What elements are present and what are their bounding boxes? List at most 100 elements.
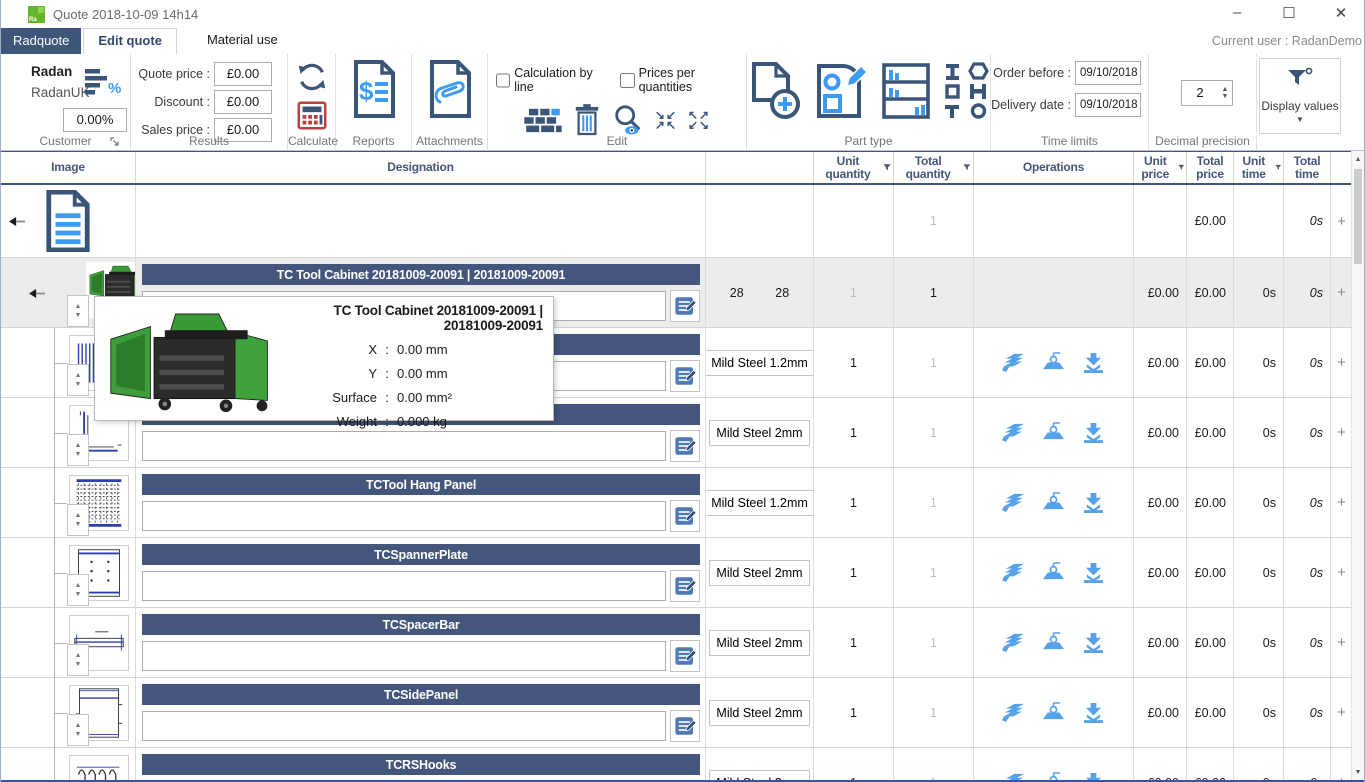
- plus-icon[interactable]: +: [1337, 494, 1346, 511]
- expand-all-icon[interactable]: ↖↗ ↙↘: [688, 110, 710, 130]
- edit-note-button[interactable]: [670, 500, 700, 532]
- plus-icon[interactable]: +: [1337, 213, 1346, 230]
- scroll-down-icon[interactable]: ▼: [1352, 764, 1364, 780]
- column-header-total-price[interactable]: Total price: [1187, 152, 1234, 183]
- add-operation-cell[interactable]: +: [1331, 398, 1353, 467]
- filter-funnel-icon[interactable]: [963, 163, 971, 172]
- material-button[interactable]: Mild Steel 2mm: [709, 770, 809, 781]
- add-operation-cell[interactable]: +: [1331, 258, 1353, 327]
- decimal-precision-stepper[interactable]: 2 ▲▼: [1181, 80, 1233, 106]
- bricks-icon[interactable]: [524, 106, 562, 134]
- designation-title-bar[interactable]: TCSpannerPlate: [142, 544, 700, 565]
- bend-operation-icon[interactable]: [1041, 562, 1066, 583]
- plus-icon[interactable]: +: [1337, 284, 1346, 301]
- unit-quantity-cell[interactable]: 1: [814, 748, 894, 780]
- designation-note-input[interactable]: [142, 641, 666, 671]
- quantity-stepper[interactable]: ▲▼: [67, 574, 89, 606]
- add-operation-cell[interactable]: +: [1331, 328, 1353, 397]
- tab-radquote[interactable]: Radquote: [1, 28, 81, 54]
- insert-operation-icon[interactable]: [1081, 562, 1106, 583]
- quantity-stepper[interactable]: ▲▼: [67, 364, 89, 396]
- unit-quantity-cell[interactable]: 1: [814, 468, 894, 537]
- insert-operation-icon[interactable]: [1081, 772, 1106, 780]
- add-operation-cell[interactable]: +: [1331, 185, 1353, 257]
- column-header-unit-time[interactable]: Unit time: [1234, 152, 1284, 183]
- table-row-root-0[interactable]: 1£0.000s+: [1, 185, 1353, 258]
- unit-quantity-cell[interactable]: 1: [814, 678, 894, 747]
- add-operation-cell[interactable]: +: [1331, 748, 1353, 780]
- designation-title-bar[interactable]: TCSpacerBar: [142, 614, 700, 635]
- plus-icon[interactable]: +: [1337, 354, 1346, 371]
- punch-operation-icon[interactable]: [1001, 632, 1026, 653]
- unit-quantity-cell[interactable]: 1: [814, 258, 894, 327]
- customer-discount-field[interactable]: 0.00%: [63, 108, 127, 132]
- insert-operation-icon[interactable]: [1081, 422, 1106, 443]
- unit-quantity-cell[interactable]: 1: [814, 538, 894, 607]
- column-header-designation[interactable]: Designation: [136, 152, 706, 183]
- attachments-icon[interactable]: [427, 60, 473, 118]
- column-header-total-quantity[interactable]: Total quantity: [894, 152, 974, 183]
- scroll-up-icon[interactable]: ▲: [1352, 151, 1364, 167]
- edit-note-button[interactable]: [670, 710, 700, 742]
- column-header-unit-price[interactable]: Unit price: [1134, 152, 1187, 183]
- filter-funnel-icon[interactable]: [883, 163, 891, 172]
- unit-quantity-cell[interactable]: 1: [814, 398, 894, 467]
- recalculate-icon[interactable]: [295, 60, 329, 94]
- delivery-date-field[interactable]: 09/10/2018: [1075, 93, 1141, 117]
- edit-note-button[interactable]: [670, 360, 700, 392]
- bend-operation-icon[interactable]: [1041, 702, 1066, 723]
- punch-operation-icon[interactable]: [1001, 772, 1026, 780]
- add-operation-cell[interactable]: +: [1331, 678, 1353, 747]
- insert-operation-icon[interactable]: [1081, 702, 1106, 723]
- quantity-stepper[interactable]: ▲▼: [67, 504, 89, 536]
- unit-quantity-cell[interactable]: 1: [814, 608, 894, 677]
- filter-funnel-icon[interactable]: [1275, 163, 1281, 172]
- tab-material-use[interactable]: Material use: [193, 28, 292, 54]
- trash-icon[interactable]: [573, 104, 601, 136]
- add-part-icon[interactable]: [749, 62, 801, 120]
- calculation-by-line-checkbox[interactable]: Calculation by line: [496, 66, 610, 94]
- vertical-scrollbar[interactable]: ▲ ▼: [1351, 151, 1364, 780]
- column-header-total-time[interactable]: Total time: [1284, 152, 1331, 183]
- punch-operation-icon[interactable]: [1001, 492, 1026, 513]
- designation-title-bar[interactable]: TC Tool Cabinet 20181009-20091 | 2018100…: [142, 264, 700, 285]
- add-operation-cell[interactable]: +: [1331, 608, 1353, 677]
- add-operation-cell[interactable]: +: [1331, 468, 1353, 537]
- quantity-stepper[interactable]: ▲▼: [67, 434, 89, 466]
- unit-quantity-cell[interactable]: [814, 185, 894, 257]
- maximize-button[interactable]: ☐: [1280, 4, 1298, 22]
- calculation-by-line-checkbox-input[interactable]: [496, 73, 510, 88]
- designation-note-input[interactable]: [142, 501, 666, 531]
- bend-operation-icon[interactable]: [1041, 632, 1066, 653]
- order-before-date-field[interactable]: 09/10/2018: [1075, 61, 1141, 85]
- edit-note-button[interactable]: [670, 290, 700, 322]
- collapse-all-icon[interactable]: ↘↙ ↗↖: [655, 110, 677, 130]
- plus-icon[interactable]: +: [1337, 704, 1346, 721]
- quote-price-field[interactable]: £0.00: [214, 62, 272, 86]
- collapse-arrow-icon[interactable]: [9, 217, 25, 226]
- material-button[interactable]: Mild Steel 1.2mm: [706, 490, 814, 516]
- bend-operation-icon[interactable]: [1041, 772, 1066, 780]
- stock-shelf-icon[interactable]: [881, 62, 931, 120]
- insert-operation-icon[interactable]: [1081, 352, 1106, 373]
- material-button[interactable]: Mild Steel 2mm: [709, 420, 809, 446]
- unit-quantity-cell[interactable]: 1: [814, 328, 894, 397]
- edit-note-button[interactable]: [670, 570, 700, 602]
- plus-icon[interactable]: +: [1337, 564, 1346, 581]
- prices-per-quantities-checkbox-input[interactable]: [620, 73, 634, 88]
- punch-operation-icon[interactable]: [1001, 352, 1026, 373]
- designation-note-input[interactable]: [142, 571, 666, 601]
- designation-title-bar[interactable]: TCRSHooks: [142, 754, 700, 775]
- bend-operation-icon[interactable]: [1041, 492, 1066, 513]
- table-row-part-8[interactable]: ▲▼TCRSHooksMild Steel 2mm11£0.00£0.000s0…: [1, 748, 1353, 780]
- collapse-arrow-icon[interactable]: [29, 289, 45, 298]
- designation-title-bar[interactable]: TCSidePanel: [142, 684, 700, 705]
- material-button[interactable]: Mild Steel 2mm: [709, 700, 809, 726]
- edit-note-button[interactable]: [670, 430, 700, 462]
- scrollbar-thumb[interactable]: [1354, 169, 1362, 264]
- punch-tools-icon[interactable]: [943, 62, 989, 120]
- table-row-part-7[interactable]: ▲▼TCSidePanelMild Steel 2mm11£0.00£0.000…: [1, 678, 1353, 748]
- quantity-stepper[interactable]: ▲▼: [67, 295, 89, 327]
- stepper-arrows-icon[interactable]: ▲▼: [1218, 81, 1232, 105]
- designation-note-input[interactable]: [142, 711, 666, 741]
